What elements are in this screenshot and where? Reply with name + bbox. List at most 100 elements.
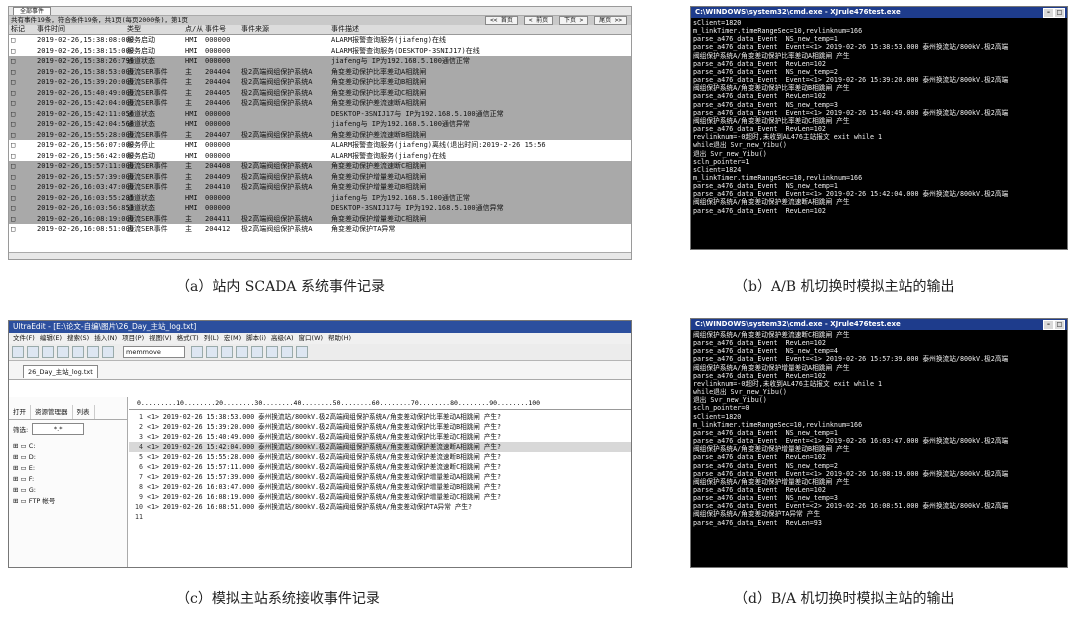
table-row[interactable]: □ 2019-02-26,16:03:56:853 通道状态 HMI 000000 DES…: [9, 203, 631, 214]
cut-icon[interactable]: [72, 346, 84, 358]
copy-icon[interactable]: [87, 346, 99, 358]
table-row[interactable]: □ 2019-02-26,15:42:04:000 直流SER事件 主 204406 极2…: [9, 98, 631, 109]
menu-item[interactable]: 视图(V): [149, 334, 172, 342]
row-event-no: 000000: [205, 193, 231, 202]
table-row[interactable]: □ 2019-02-26,15:38:53:000 直流SER事件 主 204404 极2…: [9, 66, 631, 77]
paste-icon[interactable]: [102, 346, 114, 358]
table-row[interactable]: □ 2019-02-26,15:56:07:000 服务停止 HMI 000000 ALA…: [9, 140, 631, 151]
menu-item[interactable]: 插入(N): [94, 334, 117, 342]
split-view-icon[interactable]: [266, 346, 278, 358]
ultraedit-editor[interactable]: 0.........10........20........30........…: [129, 397, 631, 567]
drive-item[interactable]: ⊞ ▭ FTP 帐号: [13, 496, 123, 507]
drive-item[interactable]: ⊞ ▭ G:: [13, 485, 123, 496]
column-mode-icon[interactable]: [221, 346, 233, 358]
filter-input[interactable]: *.*: [32, 423, 85, 435]
editor-line[interactable]: 6 <1> 2019-02-26 15:57:11.000 泰州换流站/800kV…: [129, 462, 631, 472]
menu-item[interactable]: 编辑(E): [40, 334, 62, 342]
menu-item[interactable]: 窗口(W): [299, 334, 324, 342]
table-row[interactable]: □ 2019-02-26,15:38:08:000 服务启动 HMI 000000 ALA…: [9, 35, 631, 46]
word-wrap-icon[interactable]: [251, 346, 263, 358]
table-row[interactable]: □ 2019-02-26,15:39:20:000 直流SER事件 主 204404 极2…: [9, 77, 631, 88]
menu-item[interactable]: 项目(P): [122, 334, 144, 342]
drive-item[interactable]: ⊞ ▭ E:: [13, 463, 123, 474]
print-icon[interactable]: [57, 346, 69, 358]
file-tab[interactable]: 26_Day_主站_log.txt: [23, 365, 98, 378]
first-page-button[interactable]: << 首页: [485, 16, 518, 25]
drive-item[interactable]: ⊞ ▭ D:: [13, 452, 123, 463]
editor-line[interactable]: 9 <1> 2019-02-26 16:08:19.000 泰州换流站/800kV…: [129, 492, 631, 502]
col-description-header[interactable]: 事件描述: [331, 25, 631, 34]
drive-item[interactable]: ⊞ ▭ F:: [13, 474, 123, 485]
menu-item[interactable]: 高级(A): [271, 334, 294, 342]
console-line: 阀组保护系统A/角变差动保护差流速断C相跳闸 产生: [693, 331, 850, 339]
editor-line[interactable]: 5 <1> 2019-02-26 15:55:28.000 泰州换流站/800kV…: [129, 452, 631, 462]
save-icon[interactable]: [42, 346, 54, 358]
menu-item[interactable]: 格式(T): [177, 334, 199, 342]
row-time: 2019-02-26,16:08:19:000: [37, 214, 134, 223]
minimize-icon[interactable]: –: [1043, 8, 1054, 18]
col-source-header[interactable]: 事件来源: [241, 25, 331, 34]
table-row[interactable]: □ 2019-02-26,16:08:51:000 直流SER事件 主 204412 极2…: [9, 224, 631, 235]
editor-line[interactable]: 4 <1> 2019-02-26 15:42:04.000 泰州换流站/800kV…: [129, 442, 631, 452]
row-type: 通道状态: [127, 204, 155, 212]
prev-page-button[interactable]: < 前页: [523, 16, 554, 25]
editor-line[interactable]: 1 <1> 2019-02-26 15:38:53.000 泰州换流站/800kV…: [129, 412, 631, 422]
help-icon[interactable]: [296, 346, 308, 358]
editor-line[interactable]: 8 <1> 2019-02-26 16:03:47.000 泰州换流站/800kV…: [129, 482, 631, 492]
tab-all-events[interactable]: 全部事件: [13, 7, 52, 15]
row-description: 角变差动保护比率差动A相跳闸: [331, 67, 427, 76]
row-description: 角变差动保护差流速断B相跳闸: [331, 130, 427, 139]
editor-line[interactable]: 10 <1> 2019-02-26 16:08:51.000 泰州换流站/800k…: [129, 502, 631, 512]
drive-item[interactable]: ⊞ ▭ C:: [13, 441, 123, 452]
menu-item[interactable]: 脚本(i): [246, 334, 266, 342]
function-combo[interactable]: memmove: [123, 346, 185, 358]
editor-line[interactable]: 2 <1> 2019-02-26 15:39:20.000 泰州换流站/800kV…: [129, 422, 631, 432]
sidebar-tab-list[interactable]: 列表: [73, 405, 95, 419]
row-type: 直流SER事件: [127, 78, 168, 86]
drive-label: E:: [28, 464, 36, 472]
sidebar-tab-explorer[interactable]: 资源管理器: [31, 405, 73, 419]
table-row[interactable]: □ 2019-02-26,16:08:19:000 直流SER事件 主 204411 极2…: [9, 213, 631, 224]
new-file-icon[interactable]: [12, 346, 24, 358]
last-page-button[interactable]: 尾页 >>: [594, 16, 627, 25]
col-type-header[interactable]: 类型: [127, 25, 185, 34]
console-line: scln_pointer=1: [693, 157, 750, 166]
editor-line[interactable]: 3 <1> 2019-02-26 15:40:49.000 泰州换流站/800kV…: [129, 432, 631, 442]
drive-icon: ⊞ ▭: [13, 486, 29, 494]
editor-line[interactable]: 7 <1> 2019-02-26 15:57:39.000 泰州换流站/800kV…: [129, 472, 631, 482]
find-icon[interactable]: [191, 346, 203, 358]
scada-horizontal-scrollbar[interactable]: [9, 252, 631, 259]
table-row[interactable]: □ 2019-02-26,15:55:28:000 直流SER事件 主 204407 极2…: [9, 129, 631, 140]
col-event-no-header[interactable]: 事件号: [205, 25, 241, 34]
menu-item[interactable]: 文件(F): [13, 334, 35, 342]
menu-item[interactable]: 搜索(S): [67, 334, 89, 342]
table-row[interactable]: □ 2019-02-26,15:56:42:000 服务启动 HMI 000000 ALA…: [9, 150, 631, 161]
table-row[interactable]: □ 2019-02-26,15:42:11:056 通道状态 HMI 000000 DES…: [9, 108, 631, 119]
console-ab-titlebar: C:\WINDOWS\system32\cmd.exe - XJrule476t…: [691, 7, 1067, 18]
menu-item[interactable]: 列(L): [204, 334, 219, 342]
table-row[interactable]: □ 2019-02-26,15:38:26:799 通道状态 HMI 000000 jia…: [9, 56, 631, 67]
table-row[interactable]: □ 2019-02-26,15:38:15:000 服务启动 HMI 000000 ALA…: [9, 45, 631, 56]
replace-icon[interactable]: [206, 346, 218, 358]
table-row[interactable]: □ 2019-02-26,16:03:47:000 直流SER事件 主 204410 极2…: [9, 182, 631, 193]
maximize-icon[interactable]: □: [1054, 320, 1065, 330]
menu-item[interactable]: 帮助(H): [328, 334, 351, 342]
maximize-icon[interactable]: □: [1054, 8, 1065, 18]
col-master-header[interactable]: 点/从: [185, 25, 205, 34]
table-row[interactable]: □ 2019-02-26,15:57:39:000 直流SER事件 主 204409 极2…: [9, 171, 631, 182]
menu-item[interactable]: 宏(M): [224, 334, 241, 342]
open-file-icon[interactable]: [27, 346, 39, 358]
table-row[interactable]: □ 2019-02-26,16:03:55:285 通道状态 HMI 000000 jia…: [9, 192, 631, 203]
col-time-header[interactable]: 事件时间: [37, 25, 127, 34]
browser-view-icon[interactable]: [281, 346, 293, 358]
col-mark-header[interactable]: 标记: [9, 25, 37, 34]
row-master: 主: [185, 225, 192, 233]
editor-line[interactable]: 11: [129, 512, 631, 522]
table-row[interactable]: □ 2019-02-26,15:42:04:568 通道状态 HMI 000000 jia…: [9, 119, 631, 130]
next-page-button[interactable]: 下页 >: [559, 16, 589, 25]
minimize-icon[interactable]: –: [1043, 320, 1054, 330]
hex-mode-icon[interactable]: [236, 346, 248, 358]
table-row[interactable]: □ 2019-02-26,15:57:11:000 直流SER事件 主 204408 极2…: [9, 161, 631, 172]
sidebar-tab-open[interactable]: 打开: [9, 405, 31, 419]
table-row[interactable]: □ 2019-02-26,15:40:49:000 直流SER事件 主 204405 极2…: [9, 87, 631, 98]
